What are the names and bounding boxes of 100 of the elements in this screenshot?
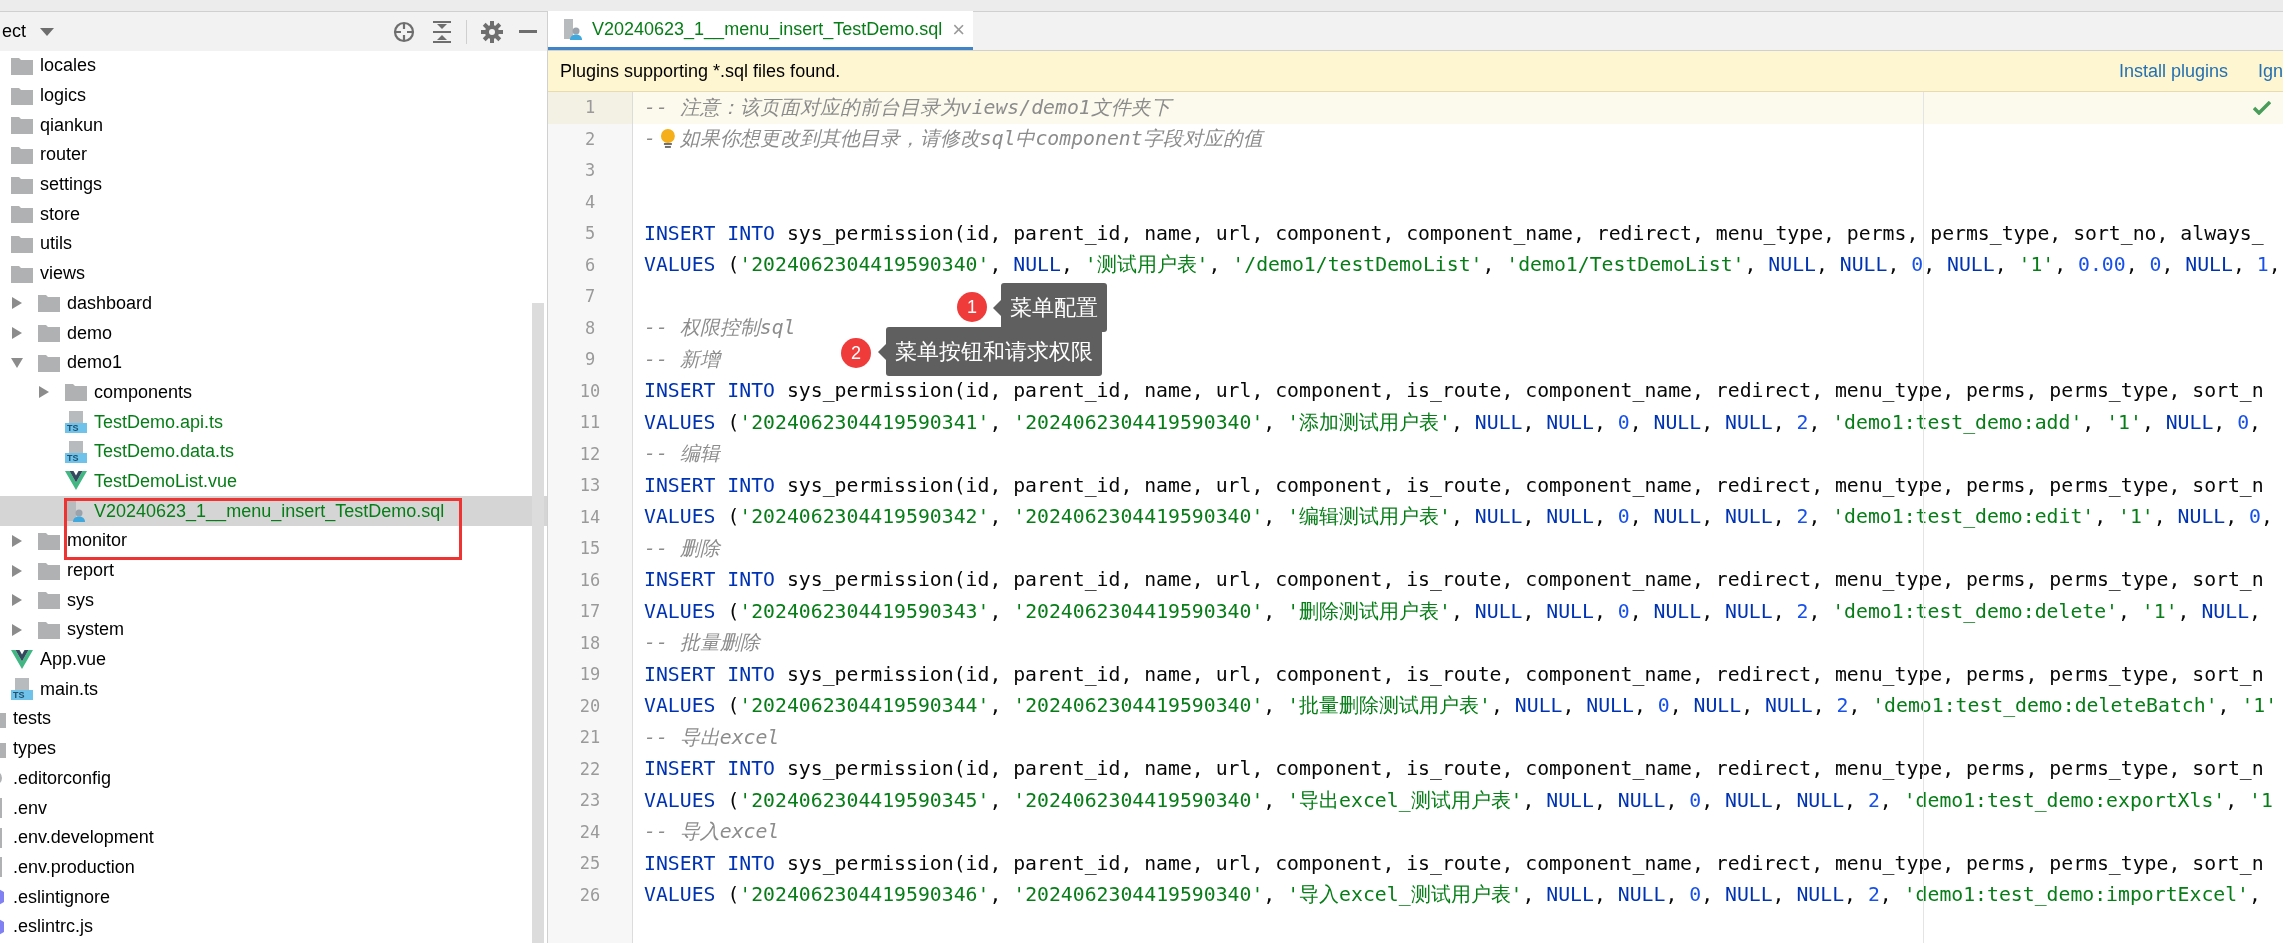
tree-item[interactable]: App.vue xyxy=(0,644,547,675)
tree-item[interactable]: sys xyxy=(0,585,547,616)
code-line: -- 编辑 xyxy=(644,441,720,468)
folder-icon xyxy=(11,234,33,253)
code-line: -- 删除 xyxy=(644,535,720,562)
file-name: .env.development xyxy=(13,826,154,850)
code-line: VALUES ('2024062304419590344', '2024062304419590340', '批量删除测试用户表', NULL, NULL, 0, NULL, NULL, 2, 'demo1:test_demo:deleteBatch', '1' xyxy=(644,693,2278,720)
line-number: 7 xyxy=(584,285,596,308)
tree-item[interactable]: qiankun xyxy=(0,110,547,141)
tree-item[interactable]: TS TestDemo.data.ts xyxy=(0,436,547,467)
file-name: tests xyxy=(13,707,51,731)
code-line: VALUES ('2024062304419590346', '2024062304419590340', '导入excel_测试用户表', NULL, NULL, 0, NULL, NULL, 2, 'demo1:test_demo:importExcel', xyxy=(644,882,2261,909)
collapsed-arrow-icon[interactable] xyxy=(11,594,23,607)
tree-item[interactable]: demo1 xyxy=(0,347,547,378)
line-number: 13 xyxy=(579,474,601,497)
code-line: VALUES ('2024062304419590340', NULL, '测试用户表', '/demo1/testDemoList', 'demo1/TestDemoList', NULL, NULL, 0, NULL, '1', 0.00, 0, NULL, 1, xyxy=(644,252,2281,279)
folder-icon xyxy=(38,294,60,313)
folder-icon xyxy=(38,561,60,580)
panel-title[interactable]: ect xyxy=(2,18,26,45)
editor-tab[interactable]: V20240623_1__menu_insert_TestDemo.sql × xyxy=(548,11,974,50)
folder-icon xyxy=(38,353,60,372)
code-line: -- 导出excel xyxy=(644,724,780,751)
tree-item[interactable]: report xyxy=(0,555,547,586)
collapsed-arrow-icon[interactable] xyxy=(11,534,23,547)
tree-item[interactable]: system xyxy=(0,615,547,645)
line-number: 10 xyxy=(579,379,601,403)
tree-item[interactable]: locales xyxy=(0,51,547,81)
tree-item[interactable]: settings xyxy=(0,169,547,200)
tree-item[interactable]: TestDemoList.vue xyxy=(0,466,547,497)
file-name: sys xyxy=(67,588,94,612)
collapsed-arrow-icon[interactable] xyxy=(11,297,23,310)
line-number: 5 xyxy=(584,222,596,245)
line-number: 2 xyxy=(584,127,596,151)
expanded-arrow-icon[interactable] xyxy=(11,356,23,369)
tree-item[interactable]: types xyxy=(0,733,547,764)
code-line: -- 导入excel xyxy=(644,819,780,846)
dropdown-caret-icon[interactable] xyxy=(40,27,54,36)
line-number: 12 xyxy=(579,442,601,466)
settings-icon[interactable] xyxy=(481,20,503,43)
file-name: TestDemo.api.ts xyxy=(94,410,224,434)
file-name: V20240623_1__menu_insert_TestDemo.sql xyxy=(94,499,445,524)
minimize-icon[interactable] xyxy=(519,29,537,34)
notification-link[interactable]: Ign xyxy=(2257,57,2283,85)
file-name: monitor xyxy=(67,529,128,553)
file-name: qiankun xyxy=(40,113,104,137)
notification-link[interactable]: Install plugins xyxy=(2118,57,2228,85)
code-line: VALUES ('2024062304419590342', '2024062304419590340', '编辑测试用户表', NULL, NULL, 0, NULL, NULL, 2, 'demo1:test_demo:edit', '1', NULL, 0, xyxy=(644,504,2273,531)
file-name: TestDemoList.vue xyxy=(94,469,238,493)
tree-item[interactable]: .eslintrc.js xyxy=(0,911,547,942)
collapsed-arrow-icon[interactable] xyxy=(11,327,23,340)
tree-item[interactable]: TS TestDemo.api.ts xyxy=(0,407,547,437)
tree-item[interactable]: router xyxy=(0,140,547,170)
tree-item[interactable]: monitor xyxy=(0,526,547,556)
line-number: 17 xyxy=(579,600,601,623)
folder-icon xyxy=(11,205,33,224)
collapsed-arrow-icon[interactable] xyxy=(11,623,23,636)
tree-item[interactable]: .env.production xyxy=(0,852,547,883)
line-number: 19 xyxy=(579,663,601,686)
collapse-all-icon[interactable] xyxy=(432,20,452,43)
vue-logo-icon xyxy=(65,471,87,492)
tree-item[interactable]: views xyxy=(0,258,547,289)
line-number: 24 xyxy=(579,820,601,844)
folder-icon xyxy=(11,86,33,105)
tree-item[interactable]: components xyxy=(0,377,547,408)
tree-item[interactable]: .env.development xyxy=(0,822,547,853)
collapsed-arrow-icon[interactable] xyxy=(38,386,50,399)
line-number: 21 xyxy=(579,726,601,749)
folder-icon xyxy=(11,145,33,164)
line-number: 18 xyxy=(579,631,601,655)
line-number: 16 xyxy=(579,568,601,592)
file-name: demo xyxy=(67,321,113,345)
tree-item[interactable]: store xyxy=(0,199,547,230)
tree-item[interactable]: TS main.ts xyxy=(0,674,547,705)
callout-label: 菜单按钮和请求权限 xyxy=(886,327,1102,376)
tree-item[interactable]: logics xyxy=(0,80,547,111)
tree-item[interactable]: .env xyxy=(0,793,547,823)
scrollbar-thumb[interactable] xyxy=(532,303,544,943)
file-name: main.ts xyxy=(40,677,99,701)
line-number: 20 xyxy=(579,694,601,718)
checkmark-icon[interactable] xyxy=(2253,101,2271,115)
file-name: demo1 xyxy=(67,351,123,375)
collapsed-arrow-icon[interactable] xyxy=(11,564,23,577)
line-number: 14 xyxy=(579,505,601,529)
tree-item[interactable]: dashboard xyxy=(0,288,547,319)
tree-item[interactable]: .eslintignore xyxy=(0,882,547,912)
tree-item[interactable]: demo xyxy=(0,318,547,348)
file-name: components xyxy=(94,380,193,404)
step-badge: 2 xyxy=(841,338,871,368)
code-line: INSERT INTO sys_permission(id, parent_id, name, url, component, is_route, component_name, redirect, menu_type, perms, perms_type, sort_n xyxy=(644,756,2264,783)
tree-item[interactable]: .editorconfig xyxy=(0,763,547,794)
sql-file-icon xyxy=(562,17,584,41)
file-name: types xyxy=(13,737,57,761)
file-name: store xyxy=(40,202,81,226)
folder-icon xyxy=(38,531,60,550)
vue-logo-icon xyxy=(11,649,33,670)
tree-item[interactable]: tests xyxy=(0,704,547,734)
file-name: report xyxy=(67,559,115,583)
tree-item[interactable]: utils xyxy=(0,229,547,259)
locate-icon[interactable] xyxy=(393,20,415,43)
file-name: system xyxy=(67,618,124,642)
